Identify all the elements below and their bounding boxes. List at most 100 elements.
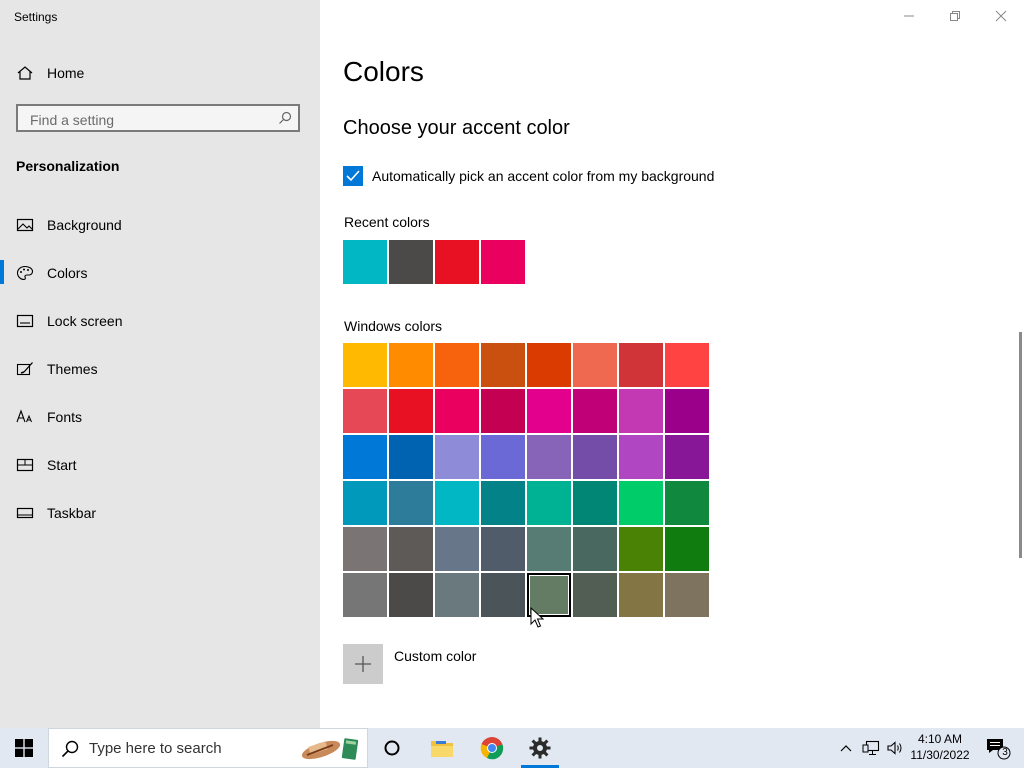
chrome-button[interactable] (472, 728, 512, 768)
color-swatch[interactable] (573, 389, 617, 433)
color-swatch[interactable] (343, 573, 387, 617)
notification-count: 3 (1002, 747, 1008, 758)
find-setting-input[interactable] (28, 111, 272, 129)
scrollbar[interactable] (1019, 332, 1022, 558)
color-swatch[interactable] (481, 573, 525, 617)
color-swatch[interactable] (665, 527, 709, 571)
settings-app-button[interactable] (520, 728, 560, 768)
recent-colors (343, 240, 527, 284)
color-swatch[interactable] (665, 343, 709, 387)
add-color-box[interactable] (343, 644, 383, 684)
find-setting-search[interactable] (16, 104, 300, 132)
color-swatch[interactable] (343, 343, 387, 387)
color-swatch[interactable] (435, 435, 479, 479)
show-hidden-icons-button[interactable] (836, 728, 856, 768)
color-swatch[interactable] (343, 389, 387, 433)
chrome-icon (480, 737, 504, 760)
color-swatch[interactable] (619, 435, 663, 479)
color-swatch[interactable] (573, 481, 617, 525)
color-swatch[interactable] (435, 343, 479, 387)
custom-color-button[interactable]: Custom color (343, 644, 476, 684)
checkbox-checked[interactable] (343, 166, 363, 186)
auto-pick-accent-checkbox[interactable]: Automatically pick an accent color from … (343, 164, 714, 188)
close-button[interactable] (978, 0, 1024, 32)
sidebar-item-label: Background (47, 217, 122, 233)
color-swatch[interactable] (527, 343, 571, 387)
nav-home[interactable]: Home (0, 58, 320, 88)
color-swatch[interactable] (527, 435, 571, 479)
recent-color-swatch[interactable] (435, 240, 479, 284)
color-swatch[interactable] (665, 573, 709, 617)
color-swatch[interactable] (665, 481, 709, 525)
sidebar-item-taskbar[interactable]: Taskbar (0, 496, 320, 544)
color-swatch[interactable] (573, 343, 617, 387)
color-swatch[interactable] (435, 481, 479, 525)
color-swatch[interactable] (389, 527, 433, 571)
color-swatch[interactable] (435, 389, 479, 433)
custom-color-label: Custom color (394, 648, 477, 664)
color-swatch[interactable] (527, 481, 571, 525)
color-swatch[interactable] (481, 389, 525, 433)
checkmark-icon (346, 170, 360, 182)
task-view-button[interactable] (372, 728, 412, 768)
color-swatch[interactable] (527, 527, 571, 571)
sidebar-item-fonts[interactable]: Fonts (0, 400, 320, 448)
sidebar-item-label: Start (47, 457, 77, 473)
sidebar-item-colors[interactable]: Colors (0, 256, 320, 304)
sidebar-item-label: Fonts (47, 409, 83, 425)
sidebar-item-lock-screen[interactable]: Lock screen (0, 304, 320, 352)
start-button[interactable] (0, 728, 48, 768)
color-swatch[interactable] (389, 389, 433, 433)
file-explorer-button[interactable] (422, 728, 462, 768)
color-swatch[interactable] (665, 389, 709, 433)
color-swatch[interactable] (619, 343, 663, 387)
taskbar-search-placeholder: Type here to search (89, 740, 222, 757)
recent-color-swatch[interactable] (389, 240, 433, 284)
network-button[interactable] (860, 728, 882, 768)
color-swatch[interactable] (527, 389, 571, 433)
color-swatch[interactable] (343, 527, 387, 571)
palette-icon (16, 265, 34, 281)
color-swatch[interactable] (343, 481, 387, 525)
color-swatch[interactable] (665, 435, 709, 479)
color-swatch[interactable] (619, 389, 663, 433)
color-swatch[interactable] (481, 527, 525, 571)
speaker-icon (887, 741, 902, 755)
minimize-icon (904, 15, 914, 17)
color-swatch[interactable] (573, 435, 617, 479)
color-swatch[interactable] (619, 481, 663, 525)
color-swatch[interactable] (619, 527, 663, 571)
windows-colors-label: Windows colors (344, 318, 443, 334)
color-swatch[interactable] (573, 573, 617, 617)
nav-home-label: Home (47, 65, 85, 81)
plus-icon (355, 656, 371, 672)
color-swatch[interactable] (435, 527, 479, 571)
chevron-up-icon (840, 745, 852, 752)
color-swatch[interactable] (389, 481, 433, 525)
gear-icon (529, 737, 551, 759)
color-swatch[interactable] (343, 435, 387, 479)
color-swatch[interactable] (435, 573, 479, 617)
color-swatch[interactable] (389, 343, 433, 387)
volume-button[interactable] (884, 728, 906, 768)
action-center-button[interactable]: 3 (978, 728, 1018, 768)
color-swatch[interactable] (389, 435, 433, 479)
color-swatch[interactable] (389, 573, 433, 617)
minimize-button[interactable] (886, 0, 932, 32)
color-swatch[interactable] (573, 527, 617, 571)
color-swatch[interactable] (619, 573, 663, 617)
sidebar-item-background[interactable]: Background (0, 208, 320, 256)
sidebar-item-start[interactable]: Start (0, 448, 320, 496)
sidebar-item-themes[interactable]: Themes (0, 352, 320, 400)
taskbar-search-box[interactable]: Type here to search (48, 728, 368, 768)
color-swatch[interactable] (481, 481, 525, 525)
fonts-icon (16, 409, 34, 425)
recent-color-swatch[interactable] (343, 240, 387, 284)
clock[interactable]: 4:10 AM 11/30/2022 (905, 731, 975, 763)
color-swatch[interactable] (481, 435, 525, 479)
search-icon[interactable] (278, 111, 292, 125)
restore-button[interactable] (932, 0, 978, 32)
search-highlight-image (301, 738, 359, 760)
recent-color-swatch[interactable] (481, 240, 525, 284)
color-swatch[interactable] (481, 343, 525, 387)
